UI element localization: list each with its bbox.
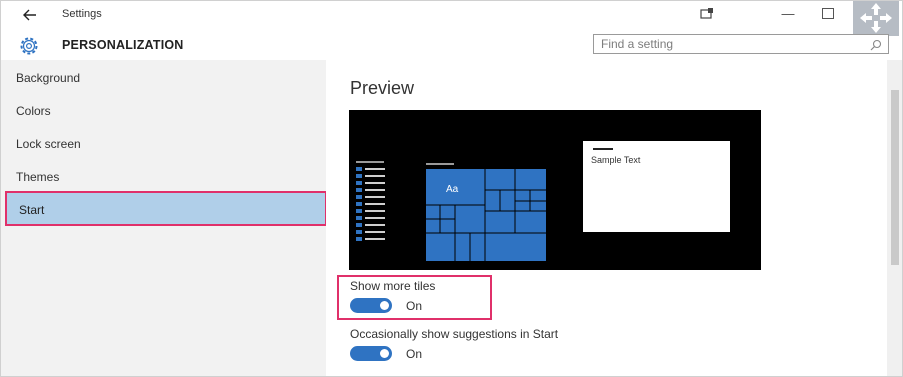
sidebar-item-lock-screen[interactable]: Lock screen xyxy=(16,137,81,151)
show-more-tiles-state: On xyxy=(406,299,423,313)
show-more-tiles-label: Show more tiles xyxy=(350,279,436,293)
toggle-knob xyxy=(380,349,389,358)
page-title: PERSONALIZATION xyxy=(62,38,184,52)
arrow-left-icon xyxy=(23,9,36,21)
gear-icon xyxy=(18,35,40,57)
search-placeholder: Find a setting xyxy=(601,37,674,51)
sample-text: Sample Text xyxy=(591,155,641,165)
search-icon[interactable] xyxy=(870,38,882,51)
show-more-tiles-toggle[interactable] xyxy=(350,298,392,313)
sample-window: Sample Text xyxy=(583,141,730,232)
suggestions-label: Occasionally show suggestions in Start xyxy=(350,327,559,341)
preview-heading: Preview xyxy=(350,78,415,98)
sidebar-item-colors[interactable]: Colors xyxy=(16,104,51,118)
sidebar-item-start[interactable]: Start xyxy=(5,191,327,226)
scrollbar[interactable] xyxy=(887,60,903,377)
search-input[interactable]: Find a setting xyxy=(593,34,889,54)
sample-window-bar xyxy=(593,148,613,150)
toggle-knob xyxy=(380,301,389,310)
suggestions-toggle[interactable] xyxy=(350,346,392,361)
start-preview: Aa Sample Text xyxy=(349,110,761,270)
sidebar-item-label: Start xyxy=(19,203,45,217)
maximize-button[interactable] xyxy=(822,8,834,19)
scrollbar-thumb[interactable] xyxy=(891,90,899,265)
window-title: Settings xyxy=(62,8,102,20)
tablet-mode-icon[interactable] xyxy=(700,7,716,23)
minimize-button[interactable]: — xyxy=(778,6,798,24)
move-icon[interactable] xyxy=(853,0,899,36)
svg-text:Aa: Aa xyxy=(446,184,459,195)
suggestions-state: On xyxy=(406,347,423,361)
title-bar xyxy=(0,0,903,30)
sidebar-item-themes[interactable]: Themes xyxy=(16,170,59,184)
sidebar-item-background[interactable]: Background xyxy=(16,71,80,85)
back-button[interactable] xyxy=(18,5,42,25)
